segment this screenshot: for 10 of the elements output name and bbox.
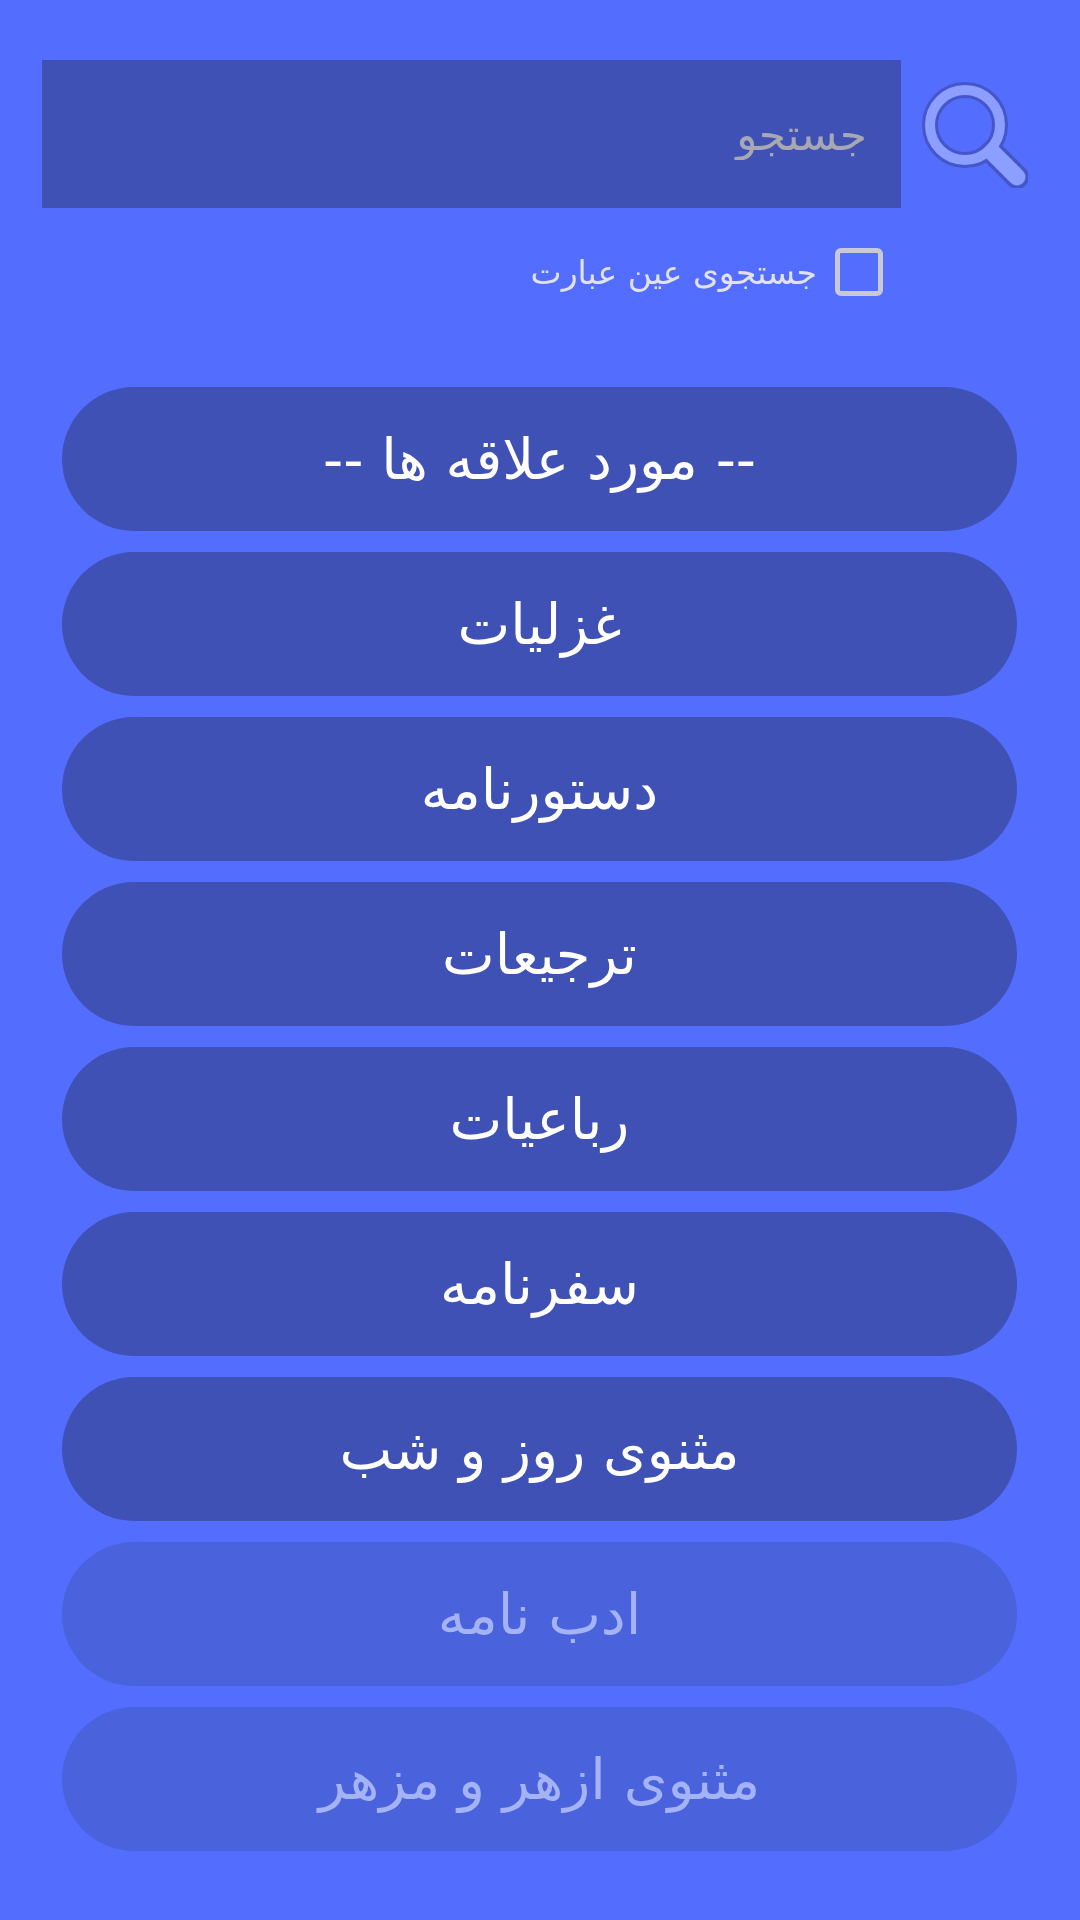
- category-button[interactable]: ترجیعات: [62, 882, 1017, 1026]
- category-button[interactable]: سفرنامه: [62, 1212, 1017, 1356]
- category-button[interactable]: دستورنامه: [62, 717, 1017, 861]
- category-button[interactable]: مثنوی روز و شب: [62, 1377, 1017, 1521]
- category-button[interactable]: رباعیات: [62, 1047, 1017, 1191]
- category-button[interactable]: -- مورد علاقه ها --: [62, 387, 1017, 531]
- checkbox-label: جستجوی عین عبارت: [530, 252, 817, 292]
- checkbox[interactable]: [835, 248, 883, 296]
- search-icon[interactable]: [921, 80, 1028, 188]
- category-button[interactable]: غزلیات: [62, 552, 1017, 696]
